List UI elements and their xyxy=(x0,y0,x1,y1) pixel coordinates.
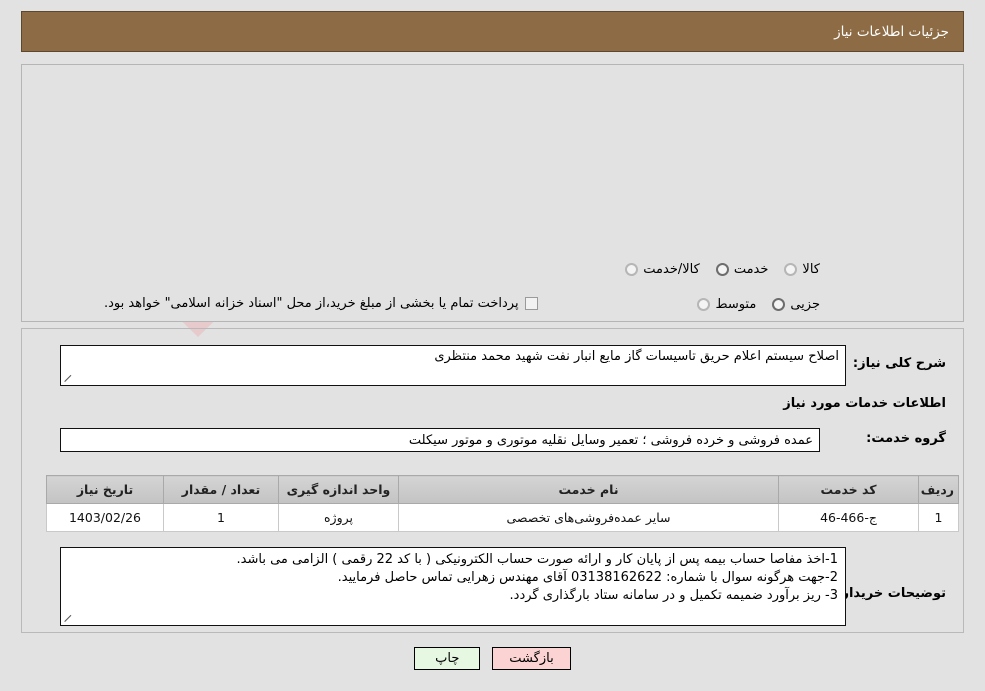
subject-category-label-2: کالا/خدمت xyxy=(643,262,700,277)
table-header-cell-3: واحد اندازه گیری xyxy=(278,475,399,504)
table-header-cell-5: تاریخ نیاز xyxy=(46,475,164,504)
purchase-process-label-1: متوسط xyxy=(715,297,757,312)
services-table: ردیف کد خدمت نام خدمت واحد اندازه گیری تعداد… xyxy=(46,475,959,532)
table-header-row: ردیف کد خدمت نام خدمت واحد اندازه گیری تعداد… xyxy=(46,475,959,504)
purchase-process-option-0[interactable]: جزیی xyxy=(772,297,820,312)
subject-category-radio-2[interactable] xyxy=(625,263,639,276)
cell-need-date: 1403/02/26 xyxy=(46,503,164,532)
table-header-cell-2: نام خدمت xyxy=(398,475,779,504)
subject-category-label-0: کالا xyxy=(802,262,820,277)
table-header-cell-4: تعداد / مقدار xyxy=(163,475,279,504)
need-info-panel xyxy=(21,64,964,322)
subject-category-radio-0[interactable] xyxy=(784,263,798,276)
subject-category-option-2[interactable]: کالا/خدمت xyxy=(625,262,700,277)
page-header: جزئیات اطلاعات نیاز xyxy=(21,11,964,52)
purchase-process-label-0: جزیی xyxy=(790,297,820,312)
table-row: 1 ج-466-46 سایر عمده‌فروشی‌های تخصصی پروژه 1… xyxy=(46,503,959,532)
service-group-label: گروه خدمت: xyxy=(866,431,946,446)
table-header-cell-1: کد خدمت xyxy=(778,475,919,504)
subject-category-label-1: خدمت xyxy=(733,262,769,277)
purchase-process-option-1[interactable]: متوسط xyxy=(697,297,756,312)
back-button[interactable]: بازگشت xyxy=(492,647,571,670)
resize-handle-icon[interactable] xyxy=(64,373,74,383)
need-description-text: اصلاح سیستم اعلام حریق تاسیسات گاز مایع … xyxy=(434,349,839,364)
need-description-label: شرح کلی نیاز: xyxy=(852,356,946,371)
cell-quantity: 1 xyxy=(163,503,279,532)
services-info-heading: اطلاعات خدمات مورد نیاز xyxy=(783,396,946,411)
purchase-process-radio-1[interactable] xyxy=(697,298,711,311)
cell-service-name: سایر عمده‌فروشی‌های تخصصی xyxy=(398,503,779,532)
need-description-value[interactable]: اصلاح سیستم اعلام حریق تاسیسات گاز مایع … xyxy=(60,345,846,386)
islamic-treasury-payment-note: پرداخت تمام یا بخشی از مبلغ خرید،از محل … xyxy=(104,296,538,311)
cell-unit: پروژه xyxy=(278,503,399,532)
subject-category-option-1[interactable]: خدمت xyxy=(715,262,769,277)
subject-category-radio-1[interactable] xyxy=(715,263,729,276)
page-title: جزئیات اطلاعات نیاز xyxy=(834,23,949,40)
service-group-value: عمده فروشی و خرده فروشی ؛ تعمیر وسایل نق… xyxy=(60,428,820,452)
cell-row-no: 1 xyxy=(918,503,959,532)
table-header-cell-0: ردیف xyxy=(918,475,959,504)
payment-note-checkbox[interactable] xyxy=(524,297,538,310)
buyer-note-line-1: 1-اخذ مفاصا حساب بیمه پس از پایان کار و … xyxy=(236,552,838,567)
print-button[interactable]: چاپ xyxy=(414,647,481,670)
subject-category-option-0[interactable]: کالا xyxy=(784,262,820,277)
cell-service-code: ج-466-46 xyxy=(778,503,919,532)
buyer-notes-label: توضیحات خریدار: xyxy=(836,586,946,601)
payment-note-text: پرداخت تمام یا بخشی از مبلغ خرید،از محل … xyxy=(104,296,519,311)
buyer-notes-value[interactable]: 1-اخذ مفاصا حساب بیمه پس از پایان کار و … xyxy=(60,547,846,626)
notes-resize-handle-icon[interactable] xyxy=(64,613,74,623)
buyer-note-line-2: 2-جهت هرگونه سوال با شماره: 03138162622 … xyxy=(337,570,838,585)
action-button-bar: بازگشت چاپ xyxy=(0,647,985,670)
purchase-process-radio-0[interactable] xyxy=(772,298,786,311)
buyer-note-line-3: 3- ریز برآورد ضمیمه تکمیل و در سامانه ست… xyxy=(509,588,838,603)
